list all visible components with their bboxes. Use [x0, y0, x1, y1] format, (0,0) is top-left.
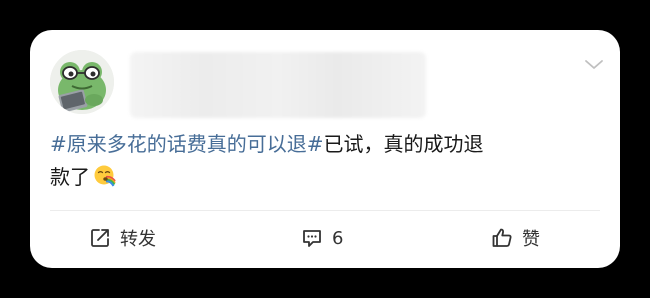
post-card: #原来多花的话费真的可以退#已试，真的成功退 款了 转发 6 赞: [30, 30, 620, 268]
like-button[interactable]: 赞: [490, 224, 540, 252]
post-body-line2: 款了: [50, 165, 90, 189]
hashtag-link[interactable]: #原来多花的话费真的可以退#: [50, 132, 324, 156]
repost-button[interactable]: 转发: [88, 224, 156, 252]
comment-count: 6: [332, 227, 344, 249]
action-bar: 转发 6 赞: [30, 211, 620, 268]
thumbs-up-icon: [490, 226, 514, 250]
post-body-line1: 已试，真的成功退: [323, 132, 484, 156]
username-blurred: [130, 52, 426, 118]
share-arrow-icon: [88, 226, 112, 250]
more-button[interactable]: [582, 54, 606, 76]
avatar[interactable]: [50, 50, 114, 114]
post-text: #原来多花的话费真的可以退#已试，真的成功退款了: [50, 128, 590, 194]
frog-avatar-icon: [50, 50, 114, 114]
comment-bubble-icon: [300, 226, 324, 250]
chevron-down-icon: [585, 60, 603, 69]
comment-button[interactable]: 6: [300, 224, 343, 252]
rainbow-vomit-emoji-icon: [94, 165, 116, 187]
like-label: 赞: [522, 229, 540, 250]
repost-label: 转发: [120, 229, 156, 250]
